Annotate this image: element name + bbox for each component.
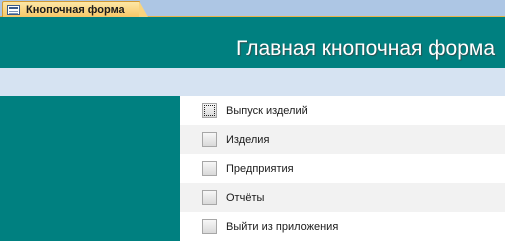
left-decor-panel <box>0 96 180 241</box>
form-header: Главная кнопочная форма <box>0 17 505 68</box>
form-icon <box>7 4 20 15</box>
tab-switchboard-form[interactable]: Кнопочная форма <box>2 1 148 17</box>
switchboard-menu: Выпуск изделий Изделия Предприятия Отчёт… <box>180 96 505 241</box>
tab-label: Кнопочная форма <box>26 3 125 16</box>
menu-item-products: Изделия <box>180 125 505 154</box>
menu-button-releases[interactable] <box>202 103 217 118</box>
menu-button-products[interactable] <box>202 132 217 147</box>
menu-item-releases: Выпуск изделий <box>180 96 505 125</box>
menu-button-exit[interactable] <box>202 219 217 234</box>
menu-item-exit: Выйти из приложения <box>180 212 505 241</box>
menu-label-reports[interactable]: Отчёты <box>226 192 264 204</box>
menu-label-exit[interactable]: Выйти из приложения <box>226 221 338 233</box>
menu-label-enterprises[interactable]: Предприятия <box>226 163 294 175</box>
menu-label-releases[interactable]: Выпуск изделий <box>226 105 308 117</box>
menu-label-products[interactable]: Изделия <box>226 134 269 146</box>
menu-item-enterprises: Предприятия <box>180 154 505 183</box>
page-title: Главная кнопочная форма <box>236 37 495 60</box>
menu-button-enterprises[interactable] <box>202 161 217 176</box>
menu-button-reports[interactable] <box>202 190 217 205</box>
document-tab-strip: Кнопочная форма <box>0 0 505 17</box>
menu-item-reports: Отчёты <box>180 183 505 212</box>
